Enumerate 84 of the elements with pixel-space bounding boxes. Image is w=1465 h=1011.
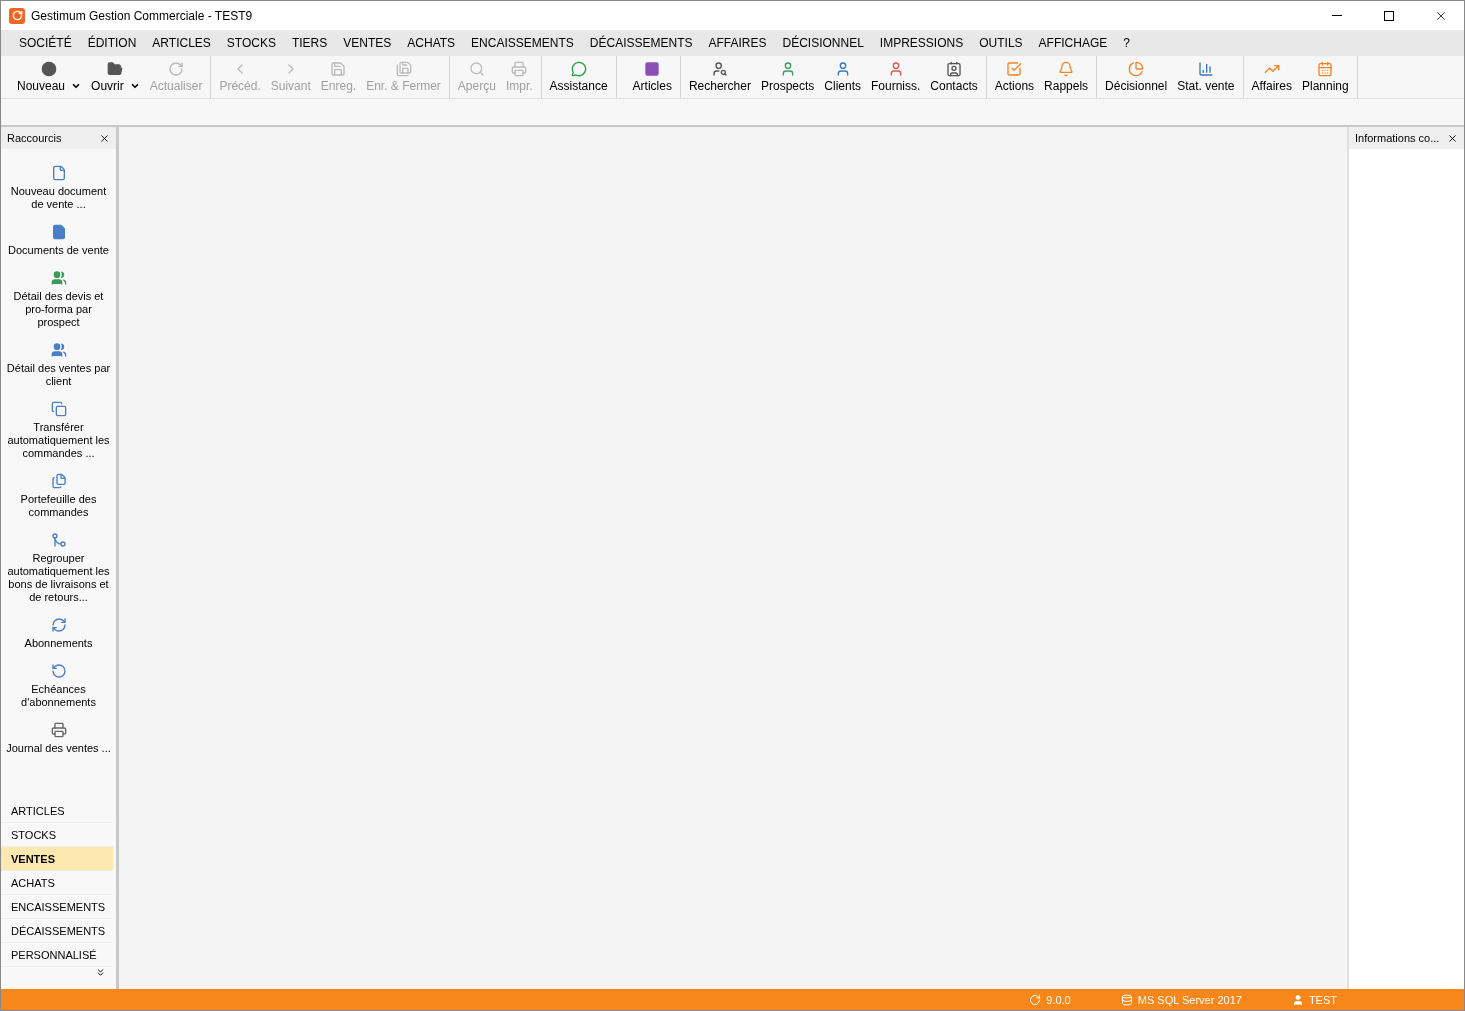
toolbar-icon xyxy=(946,61,963,77)
shortcut-icon xyxy=(50,401,67,417)
close-icon[interactable] xyxy=(1447,132,1458,144)
toolbar-icon xyxy=(395,61,412,77)
toolbar-button[interactable]: Nouveau xyxy=(12,56,87,98)
toolbar-icon xyxy=(1128,61,1145,77)
toolbar-icon xyxy=(1006,61,1023,77)
toolbar-button[interactable]: Clients xyxy=(819,56,866,98)
toolbar-button[interactable]: Ouvrir xyxy=(86,56,145,98)
menu-item[interactable]: ARTICLES xyxy=(144,36,219,50)
toolbar-icon xyxy=(330,61,347,77)
toolbar-icon xyxy=(711,61,728,77)
menu-item[interactable]: SOCIÉTÉ xyxy=(11,36,80,50)
toolbar-button[interactable]: Rappels xyxy=(1039,56,1094,98)
menu-item[interactable]: STOCKS xyxy=(218,36,284,50)
shortcut-item[interactable]: Regrouper automatiquement les bons de livraisons et de retours... xyxy=(1,532,116,604)
menu-item[interactable]: ? xyxy=(1115,36,1138,50)
more-icon[interactable] xyxy=(95,967,106,978)
app-logo-icon xyxy=(9,7,25,24)
shortcut-icon xyxy=(50,473,67,489)
toolbar-button[interactable]: Prospects xyxy=(755,56,820,98)
toolbar-button[interactable]: Fourniss. xyxy=(866,56,926,98)
shortcut-item[interactable]: Transférer automatiquement les commandes ... xyxy=(1,401,116,460)
menu-item[interactable]: TIERS xyxy=(283,36,336,50)
toolbar-button[interactable]: Affaires xyxy=(1246,56,1297,98)
shortcut-icon xyxy=(50,224,67,240)
shortcut-icon xyxy=(50,532,67,548)
shortcut-item[interactable]: Echéances d'abonnements xyxy=(1,663,116,709)
nav-section[interactable]: VENTES xyxy=(1,847,113,871)
database-icon xyxy=(1120,993,1133,1006)
shortcut-icon xyxy=(50,342,67,358)
shortcut-item[interactable]: Détail des ventes par client xyxy=(1,342,116,388)
version-icon xyxy=(1029,993,1042,1006)
shortcut-icon xyxy=(50,663,67,679)
shortcut-icon xyxy=(50,270,67,286)
toolbar-button[interactable]: Actions xyxy=(989,56,1040,98)
panel-title: Raccourcis xyxy=(7,132,62,144)
shortcut-icon xyxy=(50,165,67,181)
database-text: MS SQL Server 2017 xyxy=(1137,993,1242,1006)
toolbar-icon xyxy=(570,61,587,77)
menu-item[interactable]: AFFICHAGE xyxy=(1030,36,1116,50)
minimize-icon xyxy=(1332,15,1342,16)
toolbar-button[interactable]: Décisionnel xyxy=(1100,56,1173,98)
toolbar-button[interactable]: Rechercher xyxy=(683,56,756,98)
user-icon xyxy=(1291,993,1304,1006)
version-text: 9.0.0 xyxy=(1046,993,1071,1006)
shortcut-item[interactable]: Documents de vente xyxy=(1,224,116,257)
toolbar-icon xyxy=(1317,61,1334,77)
toolbar-icon xyxy=(644,61,661,77)
toolbar-button[interactable]: Assistance xyxy=(544,56,613,98)
user-text: TEST xyxy=(1308,993,1337,1006)
shortcut-item[interactable]: Journal des ventes ... xyxy=(1,722,116,755)
shortcut-item[interactable]: Détail des devis et pro-forma par prospect xyxy=(1,270,116,329)
caret-icon[interactable] xyxy=(129,81,140,91)
panel-title: Informations co... xyxy=(1355,132,1440,144)
toolbar-icon xyxy=(1058,61,1075,77)
menu-item[interactable]: AFFAIRES xyxy=(700,36,775,50)
toolbar-button[interactable]: Articles xyxy=(627,56,677,98)
close-icon[interactable] xyxy=(99,132,110,144)
toolbar-button[interactable]: Contacts xyxy=(925,56,983,98)
toolbar-icon xyxy=(41,61,57,77)
shortcut-item[interactable]: Portefeuille des commandes xyxy=(1,473,116,519)
menu-item[interactable]: DÉCAISSEMENTS xyxy=(581,36,701,50)
menu-item[interactable]: DÉCISIONNEL xyxy=(774,36,872,50)
menu-item[interactable]: ENCAISSEMENTS xyxy=(463,36,582,50)
toolbar-button[interactable]: Planning xyxy=(1297,56,1354,98)
menu-item[interactable]: VENTES xyxy=(335,36,400,50)
toolbar-icon xyxy=(511,61,528,77)
menu-item[interactable]: ACHATS xyxy=(399,36,464,50)
toolbar-button[interactable]: Stat. vente xyxy=(1172,56,1240,98)
caret-icon[interactable] xyxy=(71,81,82,91)
toolbar-icon xyxy=(1197,61,1214,77)
menu-item[interactable]: OUTILS xyxy=(971,36,1031,50)
toolbar-icon xyxy=(168,61,185,77)
shortcut-item[interactable]: Abonnements xyxy=(1,617,116,650)
menu-item[interactable]: ÉDITION xyxy=(79,36,145,50)
menu-item[interactable]: IMPRESSIONS xyxy=(871,36,972,50)
shortcut-icon xyxy=(50,722,67,738)
shortcut-icon xyxy=(50,617,67,633)
toolbar-icon xyxy=(468,61,485,77)
shortcut-item[interactable]: Nouveau document de vente ... xyxy=(1,165,116,211)
window-title: Gestimum Gestion Commerciale - TEST9 xyxy=(31,8,254,23)
toolbar-icon xyxy=(107,61,124,77)
maximize-icon xyxy=(1384,10,1394,21)
